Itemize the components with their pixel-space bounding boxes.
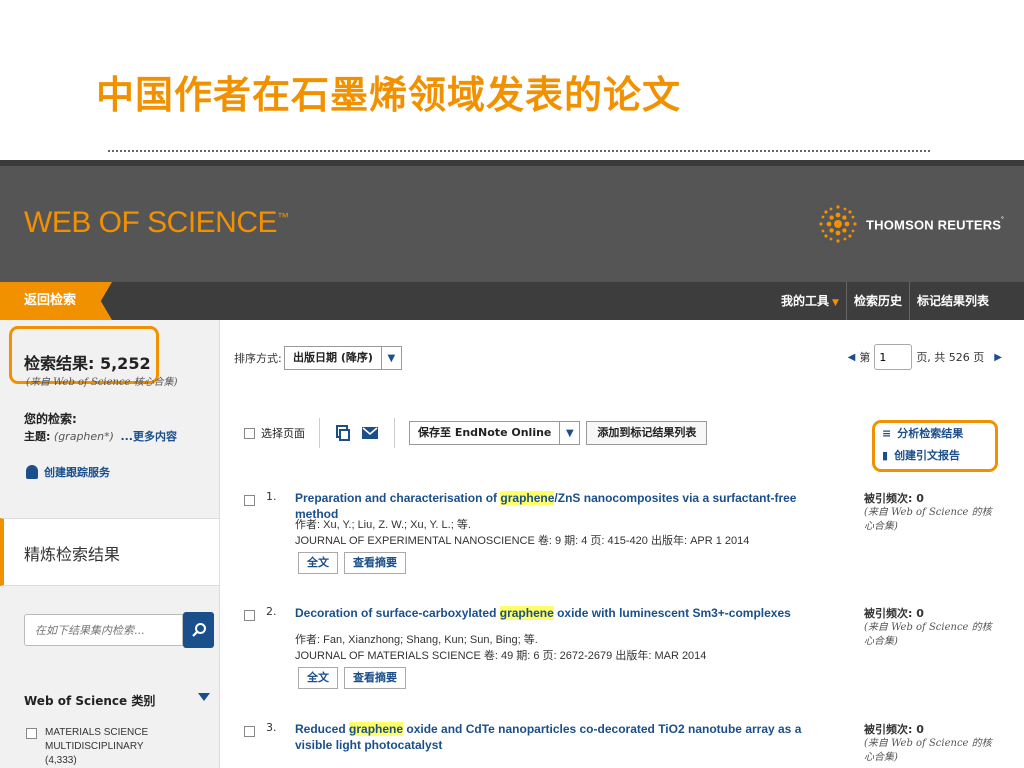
chevron-down-icon: ▼: [380, 347, 401, 369]
refine-search-input[interactable]: [24, 614, 184, 646]
record-buttons: 全文 查看摘要: [298, 667, 406, 689]
save-endnote-select[interactable]: 保存至 EndNote Online ▼: [409, 421, 581, 445]
category-item-label: MATERIALS SCIENCE MULTIDISCIPLINARY (4,3…: [45, 727, 149, 766]
record-number: 3.: [266, 721, 277, 734]
bell-icon: [26, 465, 38, 479]
times-cited-source: (来自 Web of Science 的核心合集): [864, 622, 992, 647]
record-title[interactable]: Decoration of surface-carboxylated graph…: [295, 605, 835, 621]
times-cited: 被引频次: 0 (来自 Web of Science 的核心合集): [864, 490, 994, 534]
wos-logo[interactable]: WEB OF SCIENCE™: [24, 206, 289, 240]
sort-label: 排序方式:: [234, 352, 282, 365]
page-number-input[interactable]: [874, 344, 913, 370]
chevron-down-icon: ▼: [559, 422, 579, 444]
record-item: 3. Reduced graphene oxide and CdTe nanop…: [244, 721, 1004, 768]
category-header-label: Web of Science 类别: [24, 694, 156, 708]
category-item[interactable]: MATERIALS SCIENCE MULTIDISCIPLINARY (4,3…: [26, 726, 173, 768]
add-to-marked-list-button[interactable]: 添加到标记结果列表: [586, 421, 708, 445]
triangle-right-icon[interactable]: ▶: [994, 352, 1002, 363]
wos-logo-tm: ™: [277, 210, 289, 224]
topic-value: (graphen*): [53, 430, 114, 443]
refine-results-label: 精炼检索结果: [24, 545, 121, 564]
thomson-reuters-text: THOMSON REUTERS˚: [866, 215, 1005, 233]
record-checkbox[interactable]: [244, 495, 255, 506]
record-number: 1.: [266, 490, 277, 503]
sort-value: 出版日期 (降序): [293, 351, 373, 364]
times-cited-count[interactable]: 被引频次: 0: [864, 605, 994, 621]
select-page-label: 选择页面: [261, 427, 305, 440]
record-authors: 作者: Fan, Xianzhong; Shang, Kun; Sun, Bin…: [295, 634, 538, 646]
pagination: ◀ 第 页, 共 526 页 ▶: [848, 344, 1002, 370]
topic-label: 主题:: [24, 430, 51, 443]
results-source: (来自 Web of Science 核心合集): [26, 377, 178, 388]
nav-my-tools-label: 我的工具: [781, 294, 830, 308]
select-page[interactable]: 选择页面: [244, 418, 320, 448]
highlight-box-analysis: [872, 420, 998, 472]
record-authors: 作者: Xu, Y.; Liu, Z. W.; Xu, Y. L.; 等.: [295, 519, 471, 531]
fulltext-button[interactable]: 全文: [298, 552, 338, 574]
more-link[interactable]: ...更多内容: [120, 430, 177, 443]
main-results: 排序方式: 出版日期 (降序) ▼ ◀ 第 页, 共 526 页 ▶ 选择页面 …: [220, 320, 1024, 768]
record-checkbox[interactable]: [244, 726, 255, 737]
record-title[interactable]: Reduced graphene oxide and CdTe nanopart…: [295, 721, 835, 753]
page-suffix: 页, 共 526 页: [916, 351, 985, 364]
times-cited-source: (来自 Web of Science 的核心合集): [864, 738, 992, 763]
output-icons: [320, 418, 395, 448]
page-prefix: 第: [859, 351, 871, 364]
times-cited-count[interactable]: 被引频次: 0: [864, 721, 994, 737]
nav-marked-list[interactable]: 标记结果列表: [908, 282, 996, 320]
create-alert-label: 创建跟踪服务: [44, 466, 110, 479]
refine-search-button[interactable]: [183, 612, 214, 648]
create-alert-link[interactable]: 创建跟踪服务: [26, 464, 110, 480]
record-item: 2. Decoration of surface-carboxylated gr…: [244, 605, 1004, 695]
record-source: JOURNAL OF EXPERIMENTAL NANOSCIENCE 卷: 9…: [295, 535, 750, 547]
record-item: 1. Preparation and characterisation of g…: [244, 490, 1004, 580]
sort-select[interactable]: 出版日期 (降序) ▼: [284, 346, 402, 370]
search-icon: [191, 623, 206, 637]
category-checkbox[interactable]: [26, 728, 37, 739]
results-toolbar: 选择页面 保存至 EndNote Online ▼ 添加到标记结果列表: [244, 418, 708, 448]
thomson-reuters-dots-icon: [819, 205, 857, 243]
times-cited-count[interactable]: 被引频次: 0: [864, 490, 994, 506]
wos-logo-text: WEB OF SCIENCE: [24, 206, 278, 239]
nav-search-history[interactable]: 检索历史: [845, 282, 909, 320]
times-cited: 被引频次: 0 (来自 Web of Science 的核心合集): [864, 721, 994, 765]
nav-my-tools[interactable]: 我的工具 ▼: [774, 282, 846, 320]
slide-title: 中国作者在石墨烯领域发表的论文: [96, 73, 682, 117]
back-to-search-tab[interactable]: 返回检索: [0, 282, 112, 320]
times-cited-source: (来自 Web of Science 的核心合集): [864, 507, 992, 532]
save-endnote-label: 保存至 EndNote Online: [418, 426, 552, 439]
record-source: JOURNAL OF MATERIALS SCIENCE 卷: 49 期: 6 …: [295, 650, 707, 662]
thomson-reuters-logo[interactable]: THOMSON REUTERS˚: [818, 204, 1004, 244]
sidebar: 检索结果: 5,252 (来自 Web of Science 核心合集) 您的检…: [0, 320, 220, 768]
nav-links: 我的工具 ▼ 检索历史 标记结果列表: [774, 282, 996, 320]
refine-results-header: 精炼检索结果: [0, 518, 219, 586]
email-icon[interactable]: [362, 427, 378, 439]
results-count: 检索结果: 5,252: [24, 354, 151, 373]
refine-search-box: [24, 612, 214, 648]
dotted-divider: [108, 150, 930, 152]
wos-header: WEB OF SCIENCE™ THOMSON REUTERS˚: [0, 160, 1024, 282]
select-page-checkbox[interactable]: [244, 427, 255, 439]
view-abstract-button[interactable]: 查看摘要: [344, 552, 406, 574]
category-header[interactable]: Web of Science 类别: [24, 692, 210, 709]
navbar: 返回检索 我的工具 ▼ 检索历史 标记结果列表: [0, 282, 1024, 320]
triangle-down-icon: [198, 693, 210, 701]
fulltext-button[interactable]: 全文: [298, 667, 338, 689]
search-topic: 主题: (graphen*) ...更多内容: [24, 428, 177, 444]
times-cited: 被引频次: 0 (来自 Web of Science 的核心合集): [864, 605, 994, 649]
view-abstract-button[interactable]: 查看摘要: [344, 667, 406, 689]
record-checkbox[interactable]: [244, 610, 255, 621]
record-number: 2.: [266, 605, 277, 618]
chevron-down-icon: ▼: [832, 298, 839, 308]
your-search-label: 您的检索:: [24, 412, 77, 426]
record-buttons: 全文 查看摘要: [298, 552, 406, 574]
print-icon[interactable]: [336, 425, 350, 441]
triangle-left-icon[interactable]: ◀: [848, 352, 856, 363]
